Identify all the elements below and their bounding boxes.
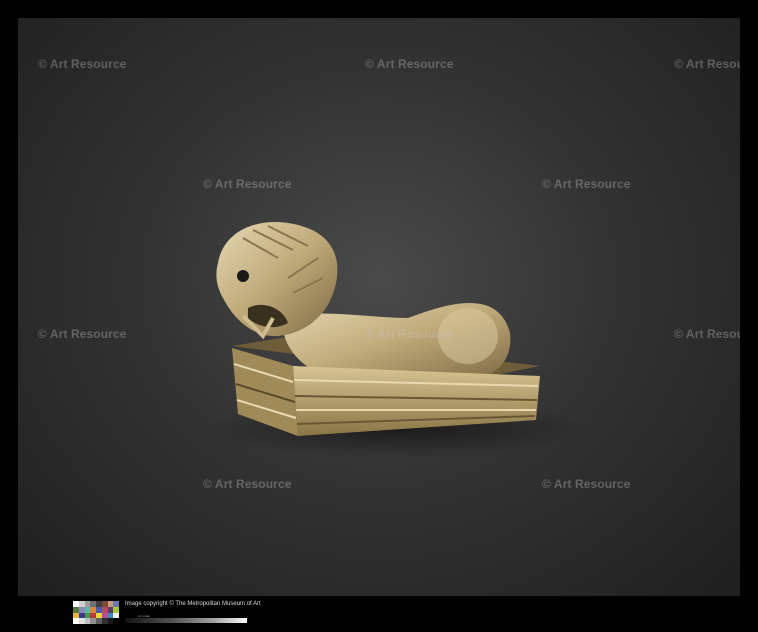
watermark: © Art Resource bbox=[674, 57, 740, 71]
lion-figurine bbox=[208, 222, 588, 458]
artwork-photo: © Art Resource © Art Resource © Art Reso… bbox=[18, 18, 740, 596]
watermark: © Art Resource bbox=[542, 477, 631, 491]
watermark: © Art Resource bbox=[365, 57, 454, 71]
watermark: © Art Resource bbox=[203, 477, 292, 491]
watermark: © Art Resource bbox=[674, 327, 740, 341]
color-calibration-chart bbox=[73, 601, 119, 624]
watermark: © Art Resource bbox=[542, 177, 631, 191]
watermark: © Art Resource bbox=[203, 177, 292, 191]
watermark: © Art Resource bbox=[38, 57, 127, 71]
color-swatch bbox=[113, 618, 119, 624]
copyright-text: Image copyright © The Metropolitan Museu… bbox=[125, 601, 261, 607]
gray-scale-bar bbox=[125, 618, 247, 623]
watermark: © Art Resource bbox=[38, 327, 127, 341]
watermark: © Art Resource bbox=[365, 327, 454, 341]
